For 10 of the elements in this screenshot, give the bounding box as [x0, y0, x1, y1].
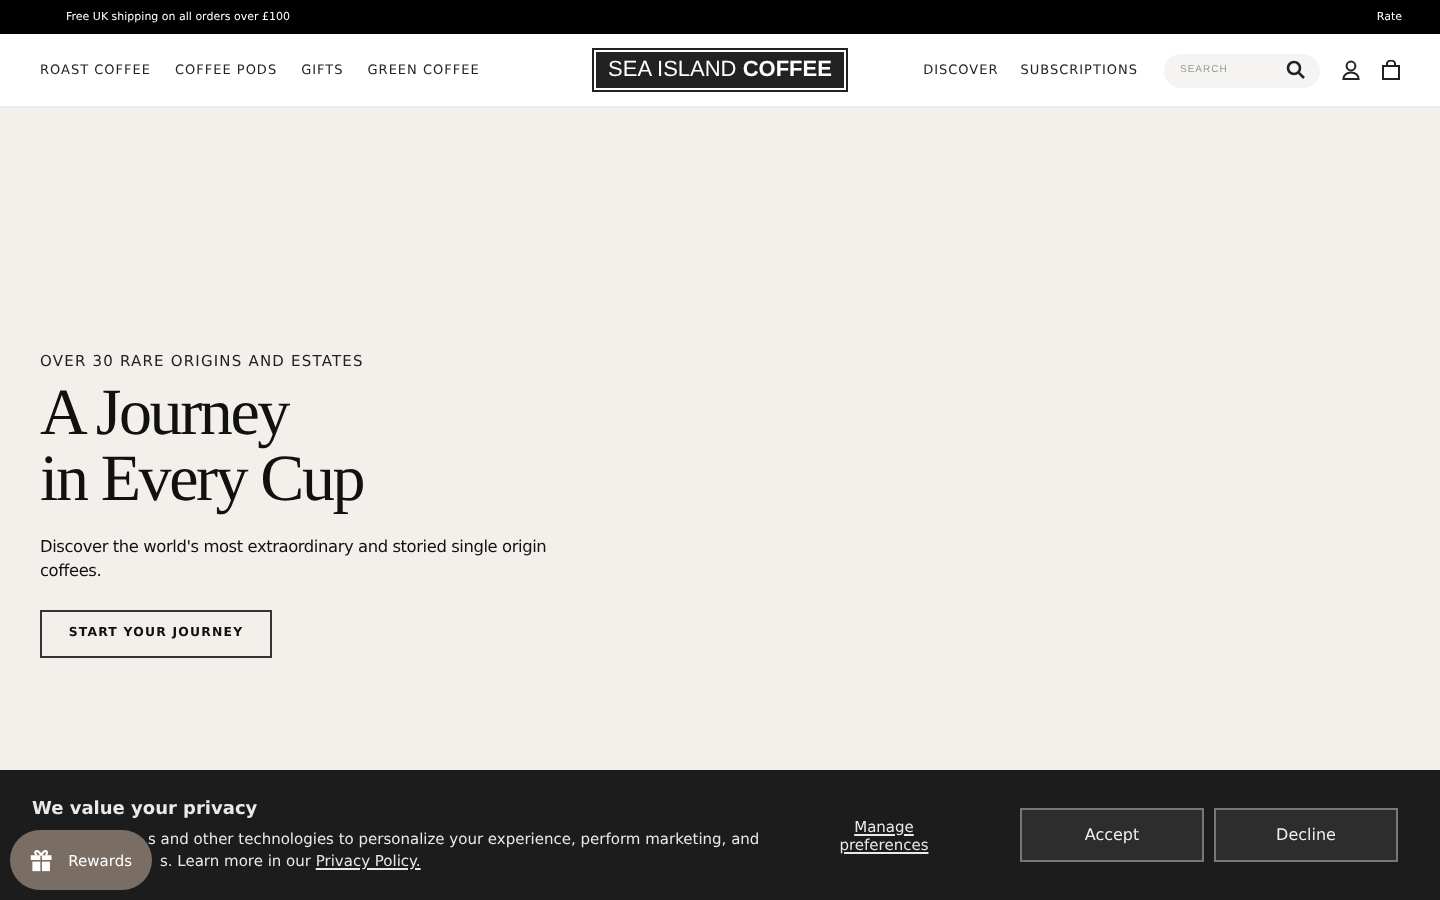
- bag-icon[interactable]: [1381, 60, 1400, 80]
- hero-text: Discover the world's most extraordinary and storied single origin coffees.: [40, 534, 549, 582]
- logo[interactable]: SEA ISLAND COFFEE: [596, 52, 844, 88]
- cookie-button[interactable]: Decline: [1214, 808, 1398, 862]
- user-icon[interactable]: [1341, 60, 1360, 80]
- search-icon: [1285, 60, 1306, 80]
- hero-title: A Journey in Every Cup: [40, 382, 366, 514]
- cookie-button[interactable]: Accept: [1020, 808, 1204, 862]
- gift-icon: [30, 846, 53, 874]
- cookie-title: We value your privacy: [32, 799, 260, 821]
